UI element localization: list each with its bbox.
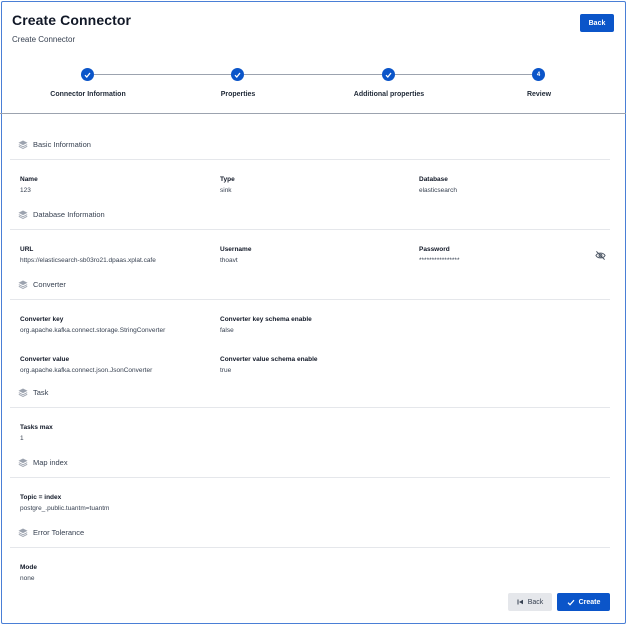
- field-label: Converter value: [20, 356, 70, 363]
- field-label: Converter key schema enable: [220, 316, 312, 323]
- section-divider: [10, 159, 610, 160]
- breadcrumb: Create Connector: [12, 35, 76, 44]
- field-value: postgre_.public.tuantm=tuantm: [20, 505, 110, 512]
- field-label: Tasks max: [20, 424, 53, 431]
- layers-icon: [18, 528, 28, 537]
- back-button-label: Back: [527, 598, 544, 606]
- field-converter-key-schema: Converter key schema enable false: [220, 316, 312, 334]
- skip-back-icon: [517, 599, 523, 605]
- field-label: Database: [419, 176, 448, 183]
- step-label-connector-information: Connector Information: [50, 91, 126, 98]
- section-divider: [10, 229, 610, 230]
- field-value: https://elasticsearch-sb03ro21.dpaas.xpl…: [20, 257, 156, 264]
- section-divider: [10, 477, 610, 478]
- layers-icon: [18, 388, 28, 397]
- field-value: false: [220, 327, 234, 334]
- section-header-database: Database Information: [18, 210, 105, 219]
- field-tasks-max: Tasks max 1: [20, 424, 53, 442]
- section-title: Basic Information: [33, 140, 91, 149]
- section-title: Converter: [33, 280, 66, 289]
- field-topic-index: Topic = index postgre_.public.tuantm=tua…: [20, 494, 109, 512]
- create-button-label: Create: [578, 598, 601, 606]
- back-button-top[interactable]: Back: [580, 14, 614, 32]
- field-converter-value-schema: Converter value schema enable true: [220, 356, 318, 374]
- layers-icon: [18, 140, 28, 149]
- field-username: Username thoavt: [220, 246, 251, 264]
- field-converter-key: Converter key org.apache.kafka.connect.s…: [20, 316, 165, 334]
- back-button[interactable]: Back: [508, 593, 552, 611]
- section-header-converter: Converter: [18, 280, 66, 289]
- layers-icon: [18, 280, 28, 289]
- field-value: thoavt: [220, 257, 238, 264]
- field-label: Mode: [20, 564, 37, 571]
- step-3-check-icon: [382, 68, 395, 81]
- field-label: Password: [419, 246, 450, 253]
- progress-stepper: 4 Connector Information Properties Addit…: [0, 62, 626, 112]
- field-value: true: [220, 367, 232, 374]
- section-title: Database Information: [33, 210, 105, 219]
- step-connector-line: [395, 74, 532, 75]
- field-label: URL: [20, 246, 34, 253]
- step-2-check-icon: [231, 68, 244, 81]
- field-value: 1: [20, 435, 24, 442]
- page-title: Create Connector: [12, 12, 132, 28]
- step-4-number: 4: [532, 68, 545, 81]
- section-title: Task: [33, 388, 49, 397]
- layers-icon: [18, 458, 28, 467]
- field-url: URL https://elasticsearch-sb03ro21.dpaas…: [20, 246, 156, 264]
- layers-icon: [18, 210, 28, 219]
- field-converter-value: Converter value org.apache.kafka.connect…: [20, 356, 152, 374]
- section-title: Error Tolerance: [33, 528, 85, 537]
- check-icon: [567, 599, 575, 606]
- section-title: Map index: [33, 458, 68, 467]
- field-value: ****************: [419, 257, 460, 264]
- field-value: org.apache.kafka.connect.storage.StringC…: [20, 327, 166, 334]
- step-1-check-icon: [81, 68, 94, 81]
- section-header-basic: Basic Information: [18, 140, 91, 149]
- section-header-task: Task: [18, 388, 48, 397]
- field-name: Name 123: [20, 176, 38, 194]
- section-divider: [10, 407, 610, 408]
- step-label-additional-properties: Additional properties: [353, 91, 425, 98]
- field-label: Username: [220, 246, 252, 253]
- field-value: sink: [220, 187, 232, 194]
- field-mode: Mode none: [20, 564, 37, 582]
- eye-off-icon[interactable]: [595, 250, 606, 261]
- stepper-divider: [0, 113, 626, 114]
- field-label: Type: [220, 176, 235, 183]
- step-connector-line: [244, 74, 382, 75]
- field-value: none: [20, 575, 35, 582]
- field-label: Converter key: [20, 316, 64, 323]
- field-label: Topic = index: [20, 494, 62, 501]
- field-database: Database elasticsearch: [419, 176, 457, 194]
- step-label-properties: Properties: [220, 91, 256, 98]
- field-value: 123: [20, 187, 31, 194]
- field-label: Converter value schema enable: [220, 356, 318, 363]
- field-password: Password ****************: [419, 246, 459, 264]
- field-type: Type sink: [220, 176, 235, 194]
- create-button[interactable]: Create: [557, 593, 610, 611]
- step-connector-line: [94, 74, 231, 75]
- page-header: Create Connector Create Connector: [12, 12, 131, 44]
- field-value: org.apache.kafka.connect.json.JsonConver…: [20, 367, 153, 374]
- field-value: elasticsearch: [419, 187, 457, 194]
- section-header-map-index: Map index: [18, 458, 68, 467]
- section-header-error-tolerance: Error Tolerance: [18, 528, 84, 537]
- section-divider: [10, 547, 610, 548]
- section-divider: [10, 299, 610, 300]
- step-label-review: Review: [526, 91, 552, 98]
- field-label: Name: [20, 176, 38, 183]
